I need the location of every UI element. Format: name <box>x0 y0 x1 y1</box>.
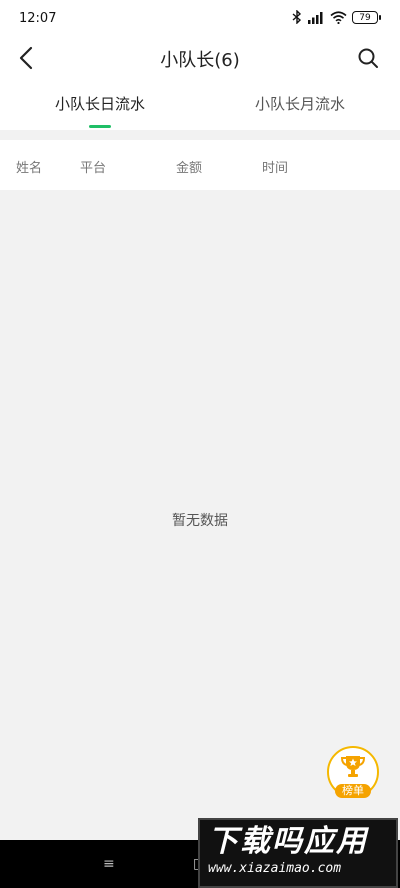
tab-label: 小队长日流水 <box>54 95 145 113</box>
column-platform: 平台 <box>80 161 107 176</box>
wifi-icon <box>330 10 347 24</box>
watermark-logo: 下载吗应用 www.xiazaimao.com <box>198 818 398 888</box>
menu-nav-button[interactable]: ≡ <box>103 856 115 872</box>
battery-icon: 79 <box>352 10 381 24</box>
status-time: 12:07 <box>19 11 57 26</box>
tab-daily-flow[interactable]: 小队长日流水 <box>0 80 200 130</box>
search-button[interactable] <box>352 42 384 74</box>
tab-bar: 小队长日流水 小队长月流水 <box>0 80 400 130</box>
tab-label: 小队长月流水 <box>254 95 345 113</box>
bluetooth-icon <box>292 10 302 24</box>
watermark-url-text: www.xiazaimao.com <box>208 861 342 876</box>
column-amount: 金额 <box>176 161 203 176</box>
leaderboard-label: 榜单 <box>335 784 371 798</box>
table-header: 姓名 平台 金额 时间 <box>0 140 400 190</box>
page-title: 小队长(6) <box>160 50 240 71</box>
tab-indicator <box>89 125 111 128</box>
app-header: 小队长(6) <box>0 36 400 80</box>
empty-state-text: 暂无数据 <box>172 513 228 529</box>
search-icon <box>358 48 378 68</box>
watermark-main-text: 下载吗应用 <box>208 824 368 859</box>
status-bar: 12:07 79 <box>0 0 400 36</box>
tab-monthly-flow[interactable]: 小队长月流水 <box>200 80 400 130</box>
status-icons: 79 <box>292 10 381 24</box>
trophy-icon <box>340 756 366 777</box>
column-time: 时间 <box>262 161 289 176</box>
leaderboard-button[interactable]: 榜单 <box>327 746 379 798</box>
column-name: 姓名 <box>16 161 43 176</box>
signal-icon <box>308 11 323 24</box>
